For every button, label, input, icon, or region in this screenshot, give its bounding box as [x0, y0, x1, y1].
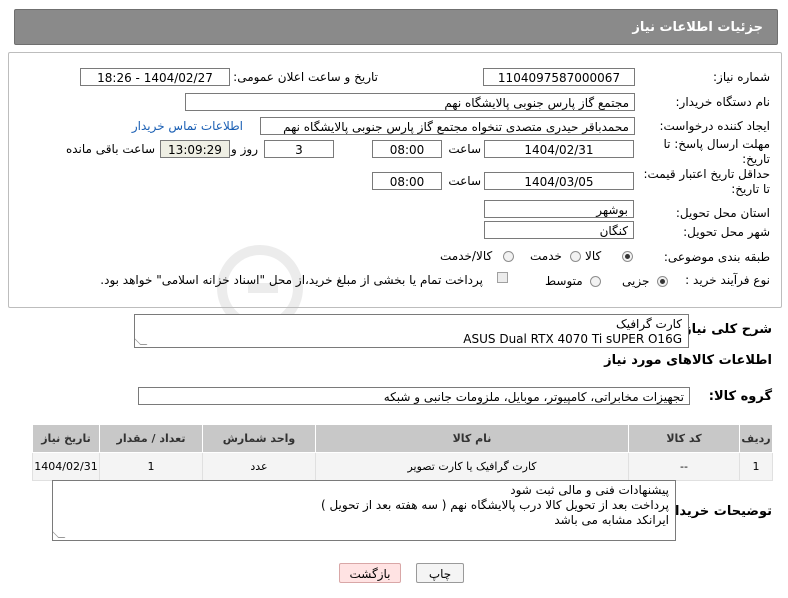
- buyer-notes-label: توضیحات خریدار:: [662, 504, 772, 519]
- province-label: استان محل تحویل:: [675, 206, 770, 220]
- process-radio-medium[interactable]: [590, 276, 601, 287]
- col-code: کد کالا: [628, 424, 740, 453]
- resize-handle-icon[interactable]: [53, 531, 66, 538]
- page-title: جزئیات اطلاعات نیاز: [632, 20, 763, 35]
- need-number-label: شماره نیاز:: [713, 70, 770, 84]
- buyer-notes-line-2: پرداخت بعد از تحویل کالا درب پالایشگاه ن…: [320, 498, 669, 512]
- remaining-time-label: ساعت باقی مانده: [65, 142, 155, 156]
- category-option-service: خدمت: [530, 249, 562, 263]
- treasury-note: پرداخت تمام یا بخشی از مبلغ خرید،از محل …: [100, 273, 483, 287]
- price-validity-date-field: 1404/03/05: [484, 172, 634, 190]
- price-validity-label: حداقل تاریخ اعتبار قیمت:: [643, 167, 770, 181]
- buyer-notes-textarea[interactable]: پیشنهادات فنی و مالی ثبت شود پرداخت بعد …: [52, 480, 676, 541]
- col-unit: واحد شمارش: [202, 424, 316, 453]
- table-header-row: ردیف کد کالا نام کالا واحد شمارش تعداد /…: [32, 424, 773, 453]
- treasury-checkbox[interactable]: [497, 272, 508, 283]
- category-label: طبقه بندی موضوعی:: [663, 250, 770, 264]
- requester-label: ایجاد کننده درخواست:: [659, 119, 770, 133]
- price-validity-time-label: ساعت: [448, 174, 481, 188]
- announce-field: 1404/02/27 - 18:26: [80, 68, 230, 86]
- cell-date: 1404/02/31: [32, 452, 100, 481]
- print-button[interactable]: چاپ: [416, 563, 464, 583]
- buyer-notes-line-1: پیشنهادات فنی و مالی ثبت شود: [510, 483, 669, 497]
- category-option-goods: کالا: [585, 249, 602, 263]
- table-row: 1 -- کارت گرافیک یا کارت تصویر عدد 1 140…: [32, 452, 773, 481]
- buyer-org-field: مجتمع گاز پارس جنوبی پالایشگاه نهم: [185, 93, 635, 111]
- col-date: تاریخ نیاز: [32, 424, 100, 453]
- requester-field: محمدباقر حیدری متصدی تنخواه مجتمع گاز پا…: [260, 117, 635, 135]
- category-radio-service[interactable]: [570, 251, 581, 262]
- buyer-notes-line-3: ایرانکد مشابه می باشد: [554, 513, 669, 527]
- description-line-2: ASUS Dual RTX 4070 Ti sUPER O16G: [463, 332, 682, 346]
- col-qty: تعداد / مقدار: [99, 424, 203, 453]
- category-radio-goods[interactable]: [622, 251, 633, 262]
- cell-unit: عدد: [202, 452, 316, 481]
- description-textarea[interactable]: کارت گرافیک ASUS Dual RTX 4070 Ti sUPER …: [134, 314, 689, 348]
- col-name: نام کالا: [315, 424, 629, 453]
- cell-code: --: [628, 452, 740, 481]
- price-validity-time-field: 08:00: [372, 172, 442, 190]
- reply-deadline-label-2: تاریخ:: [742, 152, 770, 166]
- city-field: کنگان: [484, 221, 634, 239]
- buyer-contact-link[interactable]: اطلاعات تماس خریدار: [132, 119, 243, 133]
- reply-deadline-label: مهلت ارسال پاسخ: تا: [663, 137, 770, 151]
- price-validity-label-2: تا تاریخ:: [731, 182, 770, 196]
- buyer-org-label: نام دستگاه خریدار:: [675, 95, 771, 109]
- process-label: نوع فرآیند خرید :: [685, 273, 770, 287]
- description-label: شرح کلی نیاز:: [678, 322, 772, 337]
- cell-row: 1: [739, 452, 773, 481]
- reply-days-field: 3: [264, 140, 334, 158]
- category-radio-goods-service[interactable]: [503, 251, 514, 262]
- city-label: شهر محل تحویل:: [683, 225, 770, 239]
- items-table: ردیف کد کالا نام کالا واحد شمارش تعداد /…: [32, 424, 773, 481]
- reply-days-label: روز و: [231, 142, 258, 156]
- process-radio-minor[interactable]: [657, 276, 668, 287]
- process-option-minor: جزیی: [622, 274, 650, 288]
- goods-group-label: گروه کالا:: [708, 389, 772, 404]
- need-number-field: 1104097587000067: [483, 68, 635, 86]
- description-line-1: کارت گرافیک: [615, 317, 682, 331]
- back-button[interactable]: بازگشت: [339, 563, 401, 583]
- category-option-goods-service: کالا/خدمت: [440, 249, 493, 263]
- goods-info-title: اطلاعات کالاهای مورد نیاز: [604, 353, 772, 368]
- cell-qty: 1: [99, 452, 203, 481]
- reply-time-label: ساعت: [448, 142, 481, 156]
- cell-name: کارت گرافیک یا کارت تصویر: [315, 452, 629, 481]
- reply-time-field: 08:00: [372, 140, 442, 158]
- announce-label: تاریخ و ساعت اعلان عمومی:: [233, 70, 378, 84]
- process-option-medium: متوسط: [545, 274, 583, 288]
- reply-date-field: 1404/02/31: [484, 140, 634, 158]
- province-field: بوشهر: [484, 200, 634, 218]
- remaining-time-field: 13:09:29: [160, 140, 230, 158]
- col-row: ردیف: [739, 424, 773, 453]
- page-header: جزئیات اطلاعات نیاز: [14, 9, 778, 45]
- goods-group-field: تجهیزات مخابراتی، کامپیوتر، موبایل، ملزو…: [138, 387, 690, 405]
